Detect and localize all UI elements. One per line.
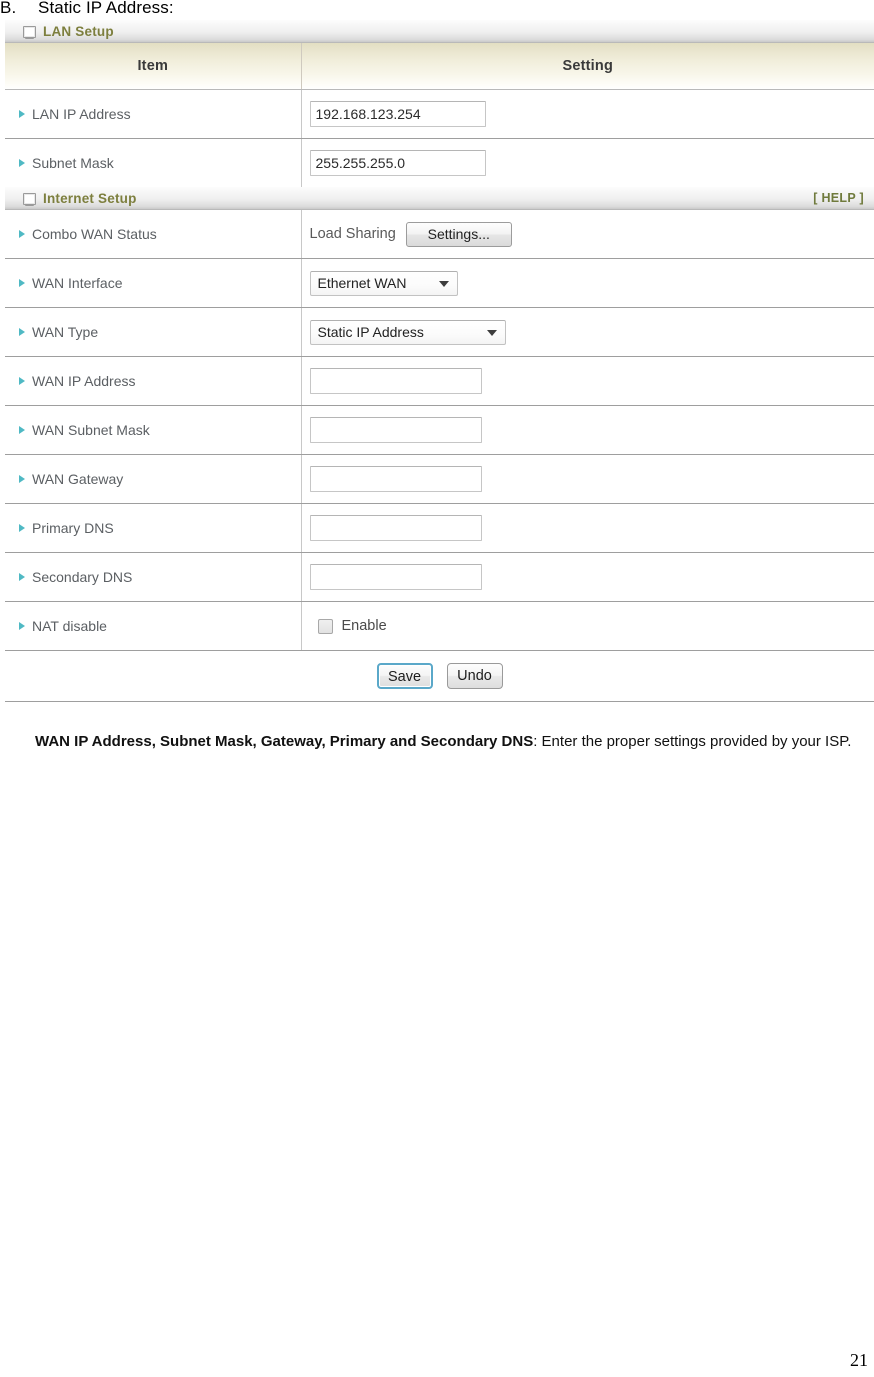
combo-wan-mode-text: Load Sharing (309, 226, 396, 242)
table-row: WAN Subnet Mask (5, 405, 874, 455)
bullet-arrow-icon (19, 110, 25, 118)
bullet-arrow-icon (19, 622, 25, 630)
monitor-icon (23, 26, 36, 39)
table-row: WAN IP Address (5, 356, 874, 406)
table-row: WAN Gateway (5, 454, 874, 504)
row-setting-secondary-dns (301, 552, 874, 602)
table-header-row: Item Setting (5, 43, 874, 90)
wan-type-select[interactable]: Static IP Address (309, 319, 506, 345)
page-title-label: B. (0, 0, 17, 17)
row-setting-wan-interface: Ethernet WAN (301, 258, 874, 308)
save-button[interactable]: Save (376, 663, 433, 689)
row-label-text: Subnet Mask (32, 155, 114, 171)
lan-ip-address-input[interactable] (309, 101, 486, 127)
wan-ip-address-input[interactable] (309, 368, 482, 394)
bullet-arrow-icon (19, 426, 25, 434)
chevron-down-icon (486, 330, 497, 336)
secondary-dns-input[interactable] (309, 564, 482, 590)
row-label-text: WAN Subnet Mask (32, 422, 150, 438)
row-label-text: WAN IP Address (32, 373, 136, 389)
table-row: Combo WAN Status Load Sharing Settings..… (5, 210, 874, 259)
row-setting-primary-dns (301, 503, 874, 553)
table-row: Secondary DNS (5, 552, 874, 602)
caption-rest-text: : Enter the proper settings provided by … (533, 733, 852, 750)
bullet-arrow-icon (19, 159, 25, 167)
section-header-internet-setup: Internet Setup [ HELP ] (5, 187, 874, 210)
bullet-arrow-icon (19, 377, 25, 385)
combo-wan-settings-button[interactable]: Settings... (405, 221, 512, 247)
caption-bold-text: WAN IP Address, Subnet Mask, Gateway, Pr… (35, 733, 534, 750)
page-title-text: Static IP Address: (38, 0, 174, 17)
chevron-down-icon (438, 281, 449, 287)
table-row: LAN IP Address (5, 89, 874, 139)
bullet-arrow-icon (19, 573, 25, 581)
row-label-primary-dns: Primary DNS (5, 503, 302, 553)
row-label-wan-gateway: WAN Gateway (5, 454, 302, 504)
row-setting-subnet-mask (301, 138, 874, 187)
row-setting-wan-gateway (301, 454, 874, 504)
row-label-text: Secondary DNS (32, 569, 133, 585)
row-label-text: Primary DNS (32, 520, 114, 536)
internet-setup-table: Combo WAN Status Load Sharing Settings..… (5, 210, 874, 650)
table-row: WAN Type Static IP Address (5, 307, 874, 357)
row-label-text: WAN Type (32, 324, 99, 340)
column-header-setting: Setting (301, 43, 874, 90)
undo-button[interactable]: Undo (446, 663, 503, 689)
page-title: B. Static IP Address: (0, 0, 500, 18)
row-label-wan-type: WAN Type (5, 307, 302, 357)
primary-dns-input[interactable] (309, 515, 482, 541)
row-label-subnet-mask: Subnet Mask (5, 138, 302, 187)
lan-setup-table: Item Setting LAN IP Address Subnet Mask (5, 43, 874, 187)
nat-disable-checkbox[interactable] (317, 618, 333, 634)
row-label-text: WAN Gateway (32, 471, 124, 487)
monitor-icon (23, 193, 36, 206)
column-header-item: Item (5, 43, 302, 90)
section-title-lan-setup: LAN Setup (43, 23, 114, 39)
section-header-lan-setup: LAN Setup (5, 20, 874, 43)
row-setting-wan-type: Static IP Address (301, 307, 874, 357)
bullet-arrow-icon (19, 475, 25, 483)
row-setting-combo-wan-status: Load Sharing Settings... (301, 210, 874, 259)
wan-subnet-mask-input[interactable] (309, 417, 482, 443)
bullet-arrow-icon (19, 524, 25, 532)
table-row: NAT disable Enable (5, 601, 874, 650)
table-row: Primary DNS (5, 503, 874, 553)
router-config-panel: LAN Setup Item Setting LAN IP Address Su… (5, 20, 874, 702)
wan-interface-selected-value: Ethernet WAN (317, 274, 407, 291)
bullet-arrow-icon (19, 328, 25, 336)
subnet-mask-input[interactable] (309, 150, 486, 176)
wan-type-selected-value: Static IP Address (317, 323, 424, 340)
row-label-wan-interface: WAN Interface (5, 258, 302, 308)
section-title-internet-setup: Internet Setup (43, 190, 137, 206)
bullet-arrow-icon (19, 279, 25, 287)
page-number: 21 (850, 1350, 868, 1370)
row-setting-nat-disable: Enable (301, 601, 874, 650)
row-label-combo-wan-status: Combo WAN Status (5, 210, 302, 259)
bullet-arrow-icon (19, 230, 25, 238)
row-label-nat-disable: NAT disable (5, 601, 302, 650)
caption-paragraph: WAN IP Address, Subnet Mask, Gateway, Pr… (35, 725, 871, 759)
form-actions: Save Undo (5, 650, 874, 702)
wan-interface-select[interactable]: Ethernet WAN (309, 270, 458, 296)
table-row: WAN Interface Ethernet WAN (5, 258, 874, 308)
row-label-text: Combo WAN Status (32, 226, 157, 242)
row-label-text: LAN IP Address (32, 106, 131, 122)
row-setting-lan-ip-address (301, 89, 874, 139)
help-link[interactable]: [ HELP ] (813, 191, 866, 205)
row-label-text: NAT disable (32, 618, 107, 634)
row-setting-wan-subnet-mask (301, 405, 874, 455)
row-label-text: WAN Interface (32, 275, 123, 291)
row-label-wan-ip-address: WAN IP Address (5, 356, 302, 406)
wan-gateway-input[interactable] (309, 466, 482, 492)
row-label-lan-ip-address: LAN IP Address (5, 89, 302, 139)
nat-disable-checkbox-label: Enable (341, 618, 387, 634)
table-row: Subnet Mask (5, 138, 874, 187)
row-label-secondary-dns: Secondary DNS (5, 552, 302, 602)
row-setting-wan-ip-address (301, 356, 874, 406)
row-label-wan-subnet-mask: WAN Subnet Mask (5, 405, 302, 455)
